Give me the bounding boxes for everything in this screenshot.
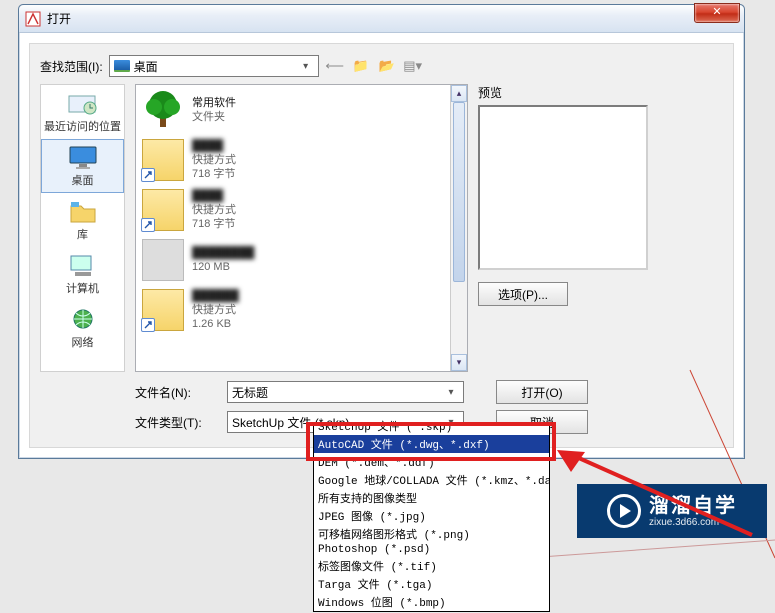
- desktop-icon: [114, 60, 130, 72]
- titlebar[interactable]: 打开 ✕: [19, 5, 744, 33]
- options-button[interactable]: 选项(P)...: [478, 282, 568, 306]
- place-computer[interactable]: 计算机: [41, 247, 124, 301]
- scrollbar[interactable]: ▴ ▾: [450, 85, 467, 371]
- shortcut-overlay-icon: [141, 168, 155, 182]
- up-folder-icon[interactable]: 📁: [351, 56, 371, 76]
- filename-input[interactable]: 无标题 ▾: [227, 381, 464, 403]
- open-button[interactable]: 打开(O): [496, 380, 588, 404]
- window-title: 打开: [47, 10, 738, 27]
- file-icon: [142, 239, 184, 281]
- filetype-dropdown-list[interactable]: SketchUp 文件 (*.skp) AutoCAD 文件 (*.dwg、*.…: [313, 425, 550, 612]
- app-icon: [25, 11, 41, 27]
- chevron-down-icon: ▾: [298, 61, 314, 72]
- back-icon[interactable]: ⟵: [325, 56, 345, 76]
- filetype-option[interactable]: Photoshop (*.psd): [314, 543, 549, 557]
- list-item[interactable]: 常用软件文件夹: [136, 85, 467, 135]
- lookin-combo[interactable]: 桌面 ▾: [109, 55, 319, 77]
- folder-icon: [142, 139, 184, 181]
- list-item[interactable]: ██████快捷方式1.26 KB: [136, 285, 467, 335]
- filetype-option[interactable]: Windows 位图 (*.bmp): [314, 593, 549, 611]
- watermark: 溜溜自学 zixue.3d66.com: [577, 484, 767, 538]
- folder-tree-icon: [142, 89, 184, 131]
- list-item[interactable]: ████快捷方式718 字节: [136, 135, 467, 185]
- filetype-option[interactable]: 标签图像文件 (*.tif): [314, 557, 549, 575]
- libraries-icon: [67, 198, 99, 224]
- lookin-value: 桌面: [134, 58, 158, 75]
- computer-icon: [67, 252, 99, 278]
- list-item[interactable]: ████████120 MB: [136, 235, 467, 285]
- places-bar: 最近访问的位置 桌面 库 计算机 网络: [40, 84, 125, 372]
- filetype-option[interactable]: 可移植网络图形格式 (*.png): [314, 525, 549, 543]
- preview-pane: [478, 105, 648, 270]
- play-icon: [607, 494, 641, 528]
- lookin-label: 查找范围(I):: [40, 58, 103, 75]
- filetype-option[interactable]: DEM (*.dem、*.ddf): [314, 453, 549, 471]
- filetype-option[interactable]: Targa 文件 (*.tga): [314, 575, 549, 593]
- open-dialog: 打开 ✕ 查找范围(I): 桌面 ▾ ⟵ 📁 📂 ▤▾ 最近访问的位置: [18, 4, 745, 459]
- shortcut-overlay-icon: [141, 218, 155, 232]
- close-button[interactable]: ✕: [694, 3, 740, 23]
- filetype-option[interactable]: Google 地球/COLLADA 文件 (*.kmz、*.dae): [314, 471, 549, 489]
- view-menu-icon[interactable]: ▤▾: [403, 56, 423, 76]
- filename-label: 文件名(N):: [135, 384, 215, 401]
- filetype-option[interactable]: SketchUp 文件 (*.skp): [314, 417, 549, 435]
- filetype-option[interactable]: 所有支持的图像类型: [314, 489, 549, 507]
- network-icon: [67, 306, 99, 332]
- chevron-down-icon[interactable]: ▾: [443, 387, 459, 398]
- place-network[interactable]: 网络: [41, 301, 124, 355]
- place-libraries[interactable]: 库: [41, 193, 124, 247]
- scroll-down-button[interactable]: ▾: [451, 354, 467, 371]
- desktop-monitor-icon: [67, 144, 99, 170]
- recent-icon: [67, 90, 99, 116]
- folder-icon: [142, 189, 184, 231]
- place-desktop[interactable]: 桌面: [41, 139, 124, 193]
- filetype-option-selected[interactable]: AutoCAD 文件 (*.dwg、*.dxf): [314, 435, 549, 453]
- preview-label: 预览: [478, 84, 663, 101]
- filetype-option[interactable]: JPEG 图像 (*.jpg): [314, 507, 549, 525]
- shortcut-overlay-icon: [141, 318, 155, 332]
- place-recent[interactable]: 最近访问的位置: [41, 85, 124, 139]
- scroll-up-button[interactable]: ▴: [451, 85, 467, 102]
- file-list[interactable]: 常用软件文件夹 ████快捷方式718 字节 ████快捷方式718 字节 ██…: [135, 84, 468, 372]
- filetype-label: 文件类型(T):: [135, 414, 215, 431]
- folder-icon: [142, 289, 184, 331]
- new-folder-icon[interactable]: 📂: [377, 56, 397, 76]
- list-item[interactable]: ████快捷方式718 字节: [136, 185, 467, 235]
- scroll-thumb[interactable]: [453, 102, 465, 282]
